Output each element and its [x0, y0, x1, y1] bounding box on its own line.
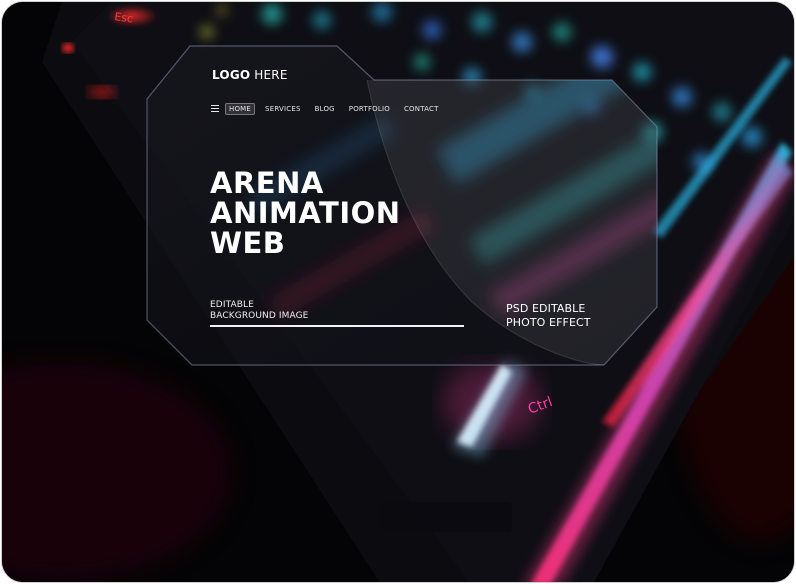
editable-caption: EDITABLE BACKGROUND IMAGE — [210, 300, 308, 322]
main-nav: HOME SERVICES BLOG PORTFOLIO CONTACT — [225, 103, 449, 115]
psd-caption: PSD EDITABLE PHOTO EFFECT — [506, 302, 591, 330]
hamburger-menu-icon[interactable] — [211, 105, 219, 112]
glass-panel-content: LOGO HERE HOME SERVICES BLOG PORTFOLIO C… — [2, 2, 794, 582]
screenshot-frame: Esc Ctrl LOGO HERE HOME SERVICES BLOG PO… — [1, 1, 795, 583]
logo[interactable]: LOGO HERE — [212, 68, 288, 82]
hero-title: ARENA ANIMATION WEB — [210, 168, 401, 258]
psd-caption-line-1: PSD EDITABLE — [506, 302, 586, 315]
psd-caption-line-2: PHOTO EFFECT — [506, 316, 591, 329]
editable-caption-line-2: BACKGROUND IMAGE — [210, 311, 309, 321]
hero-title-line-1: ARENA — [210, 166, 324, 200]
caption-underline-divider — [210, 325, 464, 327]
logo-bold-text: LOGO — [212, 68, 251, 82]
nav-item-services[interactable]: SERVICES — [261, 103, 305, 115]
nav-item-home[interactable]: HOME — [225, 103, 256, 115]
nav-item-blog[interactable]: BLOG — [311, 103, 339, 115]
editable-caption-line-1: EDITABLE — [210, 300, 254, 310]
logo-rest-text: HERE — [250, 68, 288, 82]
nav-item-contact[interactable]: CONTACT — [400, 103, 443, 115]
hero-title-line-2: ANIMATION — [210, 196, 401, 230]
hero-title-line-3: WEB — [210, 226, 286, 260]
nav-item-portfolio[interactable]: PORTFOLIO — [345, 103, 394, 115]
